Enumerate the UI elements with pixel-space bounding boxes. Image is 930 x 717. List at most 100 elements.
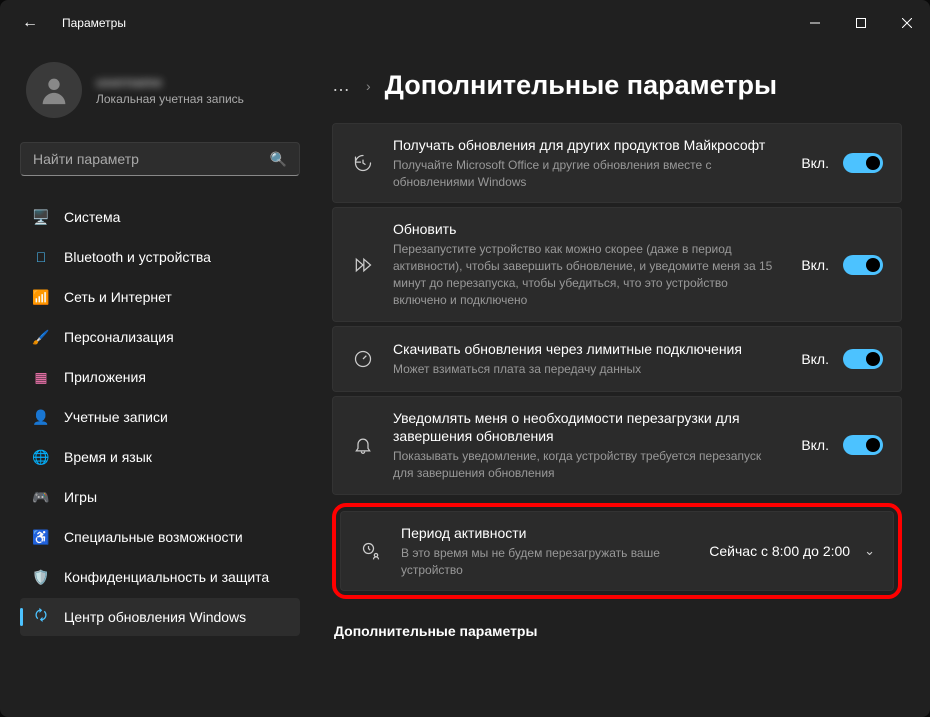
toggle-notify[interactable]: [843, 435, 883, 455]
window-controls: [792, 7, 930, 39]
card-body: Получать обновления для других продуктов…: [393, 136, 783, 190]
card-title: Обновить: [393, 220, 783, 239]
shield-icon: 🛡️: [32, 568, 50, 586]
card-title: Период активности: [401, 524, 691, 543]
card-list: Получать обновления для других продуктов…: [332, 123, 902, 599]
apps-icon: ▦: [32, 368, 50, 386]
speedometer-icon: [351, 349, 375, 369]
toggle-label: Вкл.: [801, 257, 829, 273]
person-icon: 👤: [32, 408, 50, 426]
avatar: [26, 62, 82, 118]
clock-person-icon: [359, 541, 383, 561]
bluetooth-icon: : [32, 248, 50, 266]
sidebar-item-label: Приложения: [64, 369, 146, 385]
brush-icon: 🖌️: [32, 328, 50, 346]
update-icon: 🗘: [32, 608, 50, 626]
chevron-right-icon: ›: [366, 78, 371, 94]
fast-forward-icon: [351, 255, 375, 275]
bell-icon: [351, 435, 375, 455]
card-right: Сейчас с 8:00 до 2:00 ⌄: [709, 543, 875, 559]
main: … › Дополнительные параметры Получать об…: [312, 46, 930, 717]
search-box[interactable]: 🔍: [20, 142, 300, 176]
card-right: Вкл.: [801, 153, 883, 173]
sidebar-item-accessibility[interactable]: ♿ Специальные возможности: [20, 518, 300, 556]
sidebar: username Локальная учетная запись 🔍 🖥️ С…: [0, 46, 312, 717]
card-refresh[interactable]: Обновить Перезапустите устройство как мо…: [332, 207, 902, 321]
user-info: username Локальная учетная запись: [96, 74, 244, 106]
toggle-other-products[interactable]: [843, 153, 883, 173]
nav: 🖥️ Система  Bluetooth и устройства 📶 Се…: [20, 198, 300, 636]
chevron-down-icon: ⌄: [864, 543, 875, 559]
card-body: Скачивать обновления через лимитные подк…: [393, 340, 783, 378]
settings-window: ← Параметры username Локальная учетная з…: [0, 0, 930, 717]
user-block[interactable]: username Локальная учетная запись: [20, 46, 300, 142]
sidebar-item-windows-update[interactable]: 🗘 Центр обновления Windows: [20, 598, 300, 636]
sidebar-item-label: Игры: [64, 489, 97, 505]
history-icon: [351, 153, 375, 173]
section-header: Дополнительные параметры: [334, 623, 902, 639]
breadcrumb: … › Дополнительные параметры: [332, 70, 902, 101]
active-hours-value: Сейчас с 8:00 до 2:00: [709, 543, 850, 559]
card-body: Обновить Перезапустите устройство как мо…: [393, 220, 783, 308]
sidebar-item-network[interactable]: 📶 Сеть и Интернет: [20, 278, 300, 316]
toggle-refresh[interactable]: [843, 255, 883, 275]
search-input[interactable]: [33, 151, 270, 167]
toggle-label: Вкл.: [801, 437, 829, 453]
card-active-hours[interactable]: Период активности В это время мы не буде…: [340, 511, 894, 591]
card-desc: Получайте Microsoft Office и другие обно…: [393, 157, 783, 191]
toggle-metered[interactable]: [843, 349, 883, 369]
sidebar-item-label: Специальные возможности: [64, 529, 243, 545]
card-right: Вкл.: [801, 435, 883, 455]
sidebar-item-label: Сеть и Интернет: [64, 289, 172, 305]
maximize-button[interactable]: [838, 7, 884, 39]
user-icon: [37, 73, 71, 107]
highlight-active-hours: Период активности В это время мы не буде…: [332, 503, 902, 599]
sidebar-item-bluetooth[interactable]:  Bluetooth и устройства: [20, 238, 300, 276]
card-desc: Перезапустите устройство как можно скоре…: [393, 241, 783, 308]
user-subtitle: Локальная учетная запись: [96, 92, 244, 106]
search-icon: 🔍: [270, 151, 287, 168]
sidebar-item-label: Время и язык: [64, 449, 152, 465]
card-metered[interactable]: Скачивать обновления через лимитные подк…: [332, 326, 902, 392]
sidebar-item-label: Центр обновления Windows: [64, 609, 246, 625]
sidebar-item-accounts[interactable]: 👤 Учетные записи: [20, 398, 300, 436]
sidebar-item-privacy[interactable]: 🛡️ Конфиденциальность и защита: [20, 558, 300, 596]
app-title: Параметры: [62, 16, 126, 30]
display-icon: 🖥️: [32, 208, 50, 226]
card-notify[interactable]: Уведомлять меня о необходимости перезагр…: [332, 396, 902, 495]
card-body: Уведомлять меня о необходимости перезагр…: [393, 409, 783, 482]
content: username Локальная учетная запись 🔍 🖥️ С…: [0, 46, 930, 717]
card-title: Уведомлять меня о необходимости перезагр…: [393, 409, 783, 447]
card-body: Период активности В это время мы не буде…: [401, 524, 691, 578]
card-title: Получать обновления для других продуктов…: [393, 136, 783, 155]
accessibility-icon: ♿: [32, 528, 50, 546]
breadcrumb-more-icon[interactable]: …: [332, 75, 352, 96]
gamepad-icon: 🎮: [32, 488, 50, 506]
card-title: Скачивать обновления через лимитные подк…: [393, 340, 783, 359]
card-other-products[interactable]: Получать обновления для других продуктов…: [332, 123, 902, 203]
sidebar-item-apps[interactable]: ▦ Приложения: [20, 358, 300, 396]
toggle-label: Вкл.: [801, 351, 829, 367]
sidebar-item-label: Bluetooth и устройства: [64, 249, 211, 265]
toggle-label: Вкл.: [801, 155, 829, 171]
sidebar-item-system[interactable]: 🖥️ Система: [20, 198, 300, 236]
sidebar-item-personalization[interactable]: 🖌️ Персонализация: [20, 318, 300, 356]
card-right: Вкл.: [801, 255, 883, 275]
page-title: Дополнительные параметры: [385, 70, 777, 101]
sidebar-item-gaming[interactable]: 🎮 Игры: [20, 478, 300, 516]
close-button[interactable]: [884, 7, 930, 39]
globe-icon: 🌐: [32, 448, 50, 466]
titlebar-left: ← Параметры: [12, 10, 126, 36]
sidebar-item-time[interactable]: 🌐 Время и язык: [20, 438, 300, 476]
card-desc: Может взиматься плата за передачу данных: [393, 361, 783, 378]
sidebar-item-label: Конфиденциальность и защита: [64, 569, 269, 585]
minimize-button[interactable]: [792, 7, 838, 39]
wifi-icon: 📶: [32, 288, 50, 306]
user-name: username: [96, 74, 244, 90]
card-desc: Показывать уведомление, когда устройству…: [393, 448, 783, 482]
sidebar-item-label: Система: [64, 209, 120, 225]
card-right: Вкл.: [801, 349, 883, 369]
sidebar-item-label: Персонализация: [64, 329, 174, 345]
sidebar-item-label: Учетные записи: [64, 409, 168, 425]
back-button[interactable]: ←: [12, 10, 48, 36]
